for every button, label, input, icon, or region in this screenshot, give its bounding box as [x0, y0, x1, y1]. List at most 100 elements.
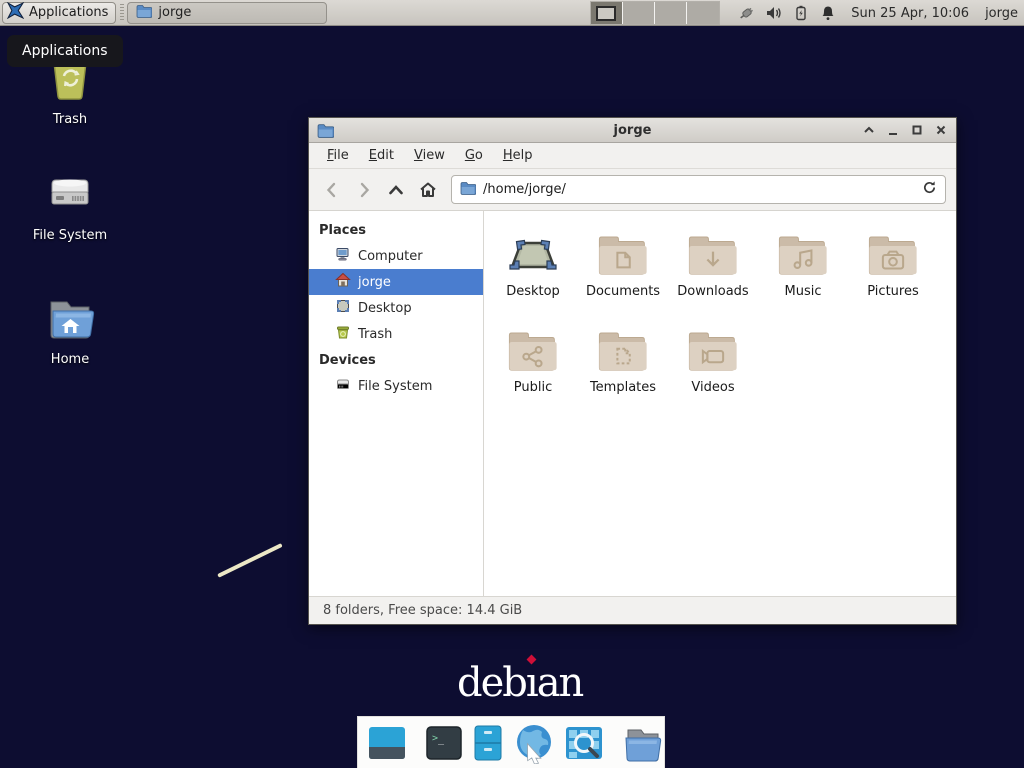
workspace-3[interactable] — [655, 2, 687, 24]
workspace-window-thumb — [596, 6, 616, 21]
debian-logo-text: deb — [457, 660, 526, 706]
file-item-label: Templates — [590, 380, 656, 395]
sidebar-header-places: Places — [309, 217, 483, 243]
workspace-4[interactable] — [687, 2, 719, 24]
reload-icon[interactable] — [922, 180, 937, 199]
path-bar[interactable]: /home/jorge/ — [451, 175, 946, 204]
desktop-folder-icon — [504, 223, 562, 279]
downloads-folder-icon — [686, 223, 740, 279]
close-button[interactable] — [934, 123, 948, 137]
pointer-line-artifact — [217, 543, 283, 578]
music-folder-icon — [776, 223, 830, 279]
sidebar-item-label: Computer — [358, 249, 423, 264]
sidebar: Places Computer jorge Desktop Trash Devi… — [309, 211, 484, 596]
panel-handle[interactable] — [118, 4, 125, 22]
file-item-label: Music — [785, 284, 822, 299]
menu-file[interactable]: File — [319, 145, 357, 166]
file-item-templates[interactable]: Templates — [578, 319, 668, 413]
taskbar-window-button[interactable]: jorge — [127, 2, 327, 24]
debian-logo-text: an — [537, 660, 583, 706]
menu-help[interactable]: Help — [495, 145, 541, 166]
desktop-icon-home[interactable]: Home — [26, 294, 114, 367]
xfce-logo-icon — [7, 2, 24, 23]
notifications-bell-icon[interactable] — [819, 4, 837, 22]
file-item-label: Pictures — [867, 284, 918, 299]
sidebar-item-label: Trash — [358, 327, 392, 342]
top-panel: Applications jorge — [0, 0, 1024, 26]
file-item-public[interactable]: Public — [488, 319, 578, 413]
file-cabinet-icon[interactable] — [472, 724, 504, 762]
sidebar-item-jorge[interactable]: jorge — [309, 269, 483, 295]
sidebar-item-trash[interactable]: Trash — [309, 321, 483, 347]
sidebar-item-label: Desktop — [358, 301, 412, 316]
desktop-icon-label: File System — [33, 228, 107, 243]
maximize-button[interactable] — [910, 123, 924, 137]
back-button[interactable] — [319, 177, 345, 203]
applications-menu-button[interactable]: Applications — [2, 2, 116, 24]
applications-menu-label: Applications — [29, 5, 108, 20]
path-input[interactable]: /home/jorge/ — [483, 182, 915, 197]
forward-button[interactable] — [351, 177, 377, 203]
sidebar-item-label: jorge — [358, 275, 391, 290]
desktop-icon-label: Home — [51, 352, 89, 367]
file-manager-folder-icon[interactable] — [622, 724, 664, 762]
file-grid: Desktop Documents Downloads Music — [484, 211, 956, 596]
taskbar-window-label: jorge — [158, 5, 191, 20]
desktop-icon-label: Trash — [53, 112, 87, 127]
documents-folder-icon — [596, 223, 650, 279]
web-browser-icon[interactable] — [513, 722, 555, 764]
debian-logo: debıan — [457, 660, 582, 706]
terminal-icon[interactable]: >_ — [425, 725, 463, 761]
templates-folder-icon — [596, 319, 650, 375]
minimize-button[interactable] — [886, 123, 900, 137]
shade-button[interactable] — [862, 123, 876, 137]
battery-icon[interactable] — [792, 4, 810, 22]
file-item-label: Public — [514, 380, 552, 395]
titlebar[interactable]: jorge — [309, 118, 956, 143]
window-folder-icon — [317, 123, 334, 138]
workspace-1[interactable] — [591, 2, 623, 24]
trash-icon — [335, 324, 351, 344]
menu-edit[interactable]: Edit — [361, 145, 402, 166]
home-button[interactable] — [415, 177, 441, 203]
file-item-music[interactable]: Music — [758, 223, 848, 317]
workspace-2[interactable] — [623, 2, 655, 24]
show-desktop-icon[interactable] — [367, 725, 407, 761]
file-item-documents[interactable]: Documents — [578, 223, 668, 317]
applications-tooltip: Applications — [7, 35, 123, 67]
file-item-videos[interactable]: Videos — [668, 319, 758, 413]
desktop-icon-file-system[interactable]: File System — [26, 168, 114, 243]
debian-logo-i: ı — [526, 660, 537, 706]
toolbar: /home/jorge/ — [309, 169, 956, 211]
file-item-desktop[interactable]: Desktop — [488, 223, 578, 317]
statusbar: 8 folders, Free space: 14.4 GiB — [309, 596, 956, 624]
file-item-label: Desktop — [506, 284, 560, 299]
app-finder-icon[interactable] — [564, 725, 604, 761]
file-item-pictures[interactable]: Pictures — [848, 223, 938, 317]
path-folder-icon — [460, 181, 476, 199]
videos-folder-icon — [686, 319, 740, 375]
menu-view[interactable]: View — [406, 145, 453, 166]
panel-clock[interactable]: Sun 25 Apr, 10:06 — [851, 6, 969, 21]
dock: >_ — [357, 716, 665, 768]
file-item-downloads[interactable]: Downloads — [668, 223, 758, 317]
drive-icon — [335, 376, 351, 396]
sidebar-item-label: File System — [358, 379, 432, 394]
svg-text:_: _ — [438, 734, 445, 745]
folder-icon — [136, 4, 152, 22]
panel-username[interactable]: jorge — [985, 6, 1018, 21]
sidebar-item-computer[interactable]: Computer — [309, 243, 483, 269]
sidebar-item-desktop[interactable]: Desktop — [309, 295, 483, 321]
menubar: File Edit View Go Help — [309, 143, 956, 169]
network-icon[interactable] — [738, 4, 756, 22]
hard-drive-icon — [44, 168, 96, 222]
volume-icon[interactable] — [765, 4, 783, 22]
sidebar-item-file-system[interactable]: File System — [309, 373, 483, 399]
up-button[interactable] — [383, 177, 409, 203]
user-home-icon — [335, 272, 351, 292]
file-item-label: Documents — [586, 284, 660, 299]
workspace-switcher[interactable] — [590, 1, 720, 25]
system-tray — [738, 4, 837, 22]
menu-go[interactable]: Go — [457, 145, 491, 166]
file-item-label: Videos — [691, 380, 734, 395]
